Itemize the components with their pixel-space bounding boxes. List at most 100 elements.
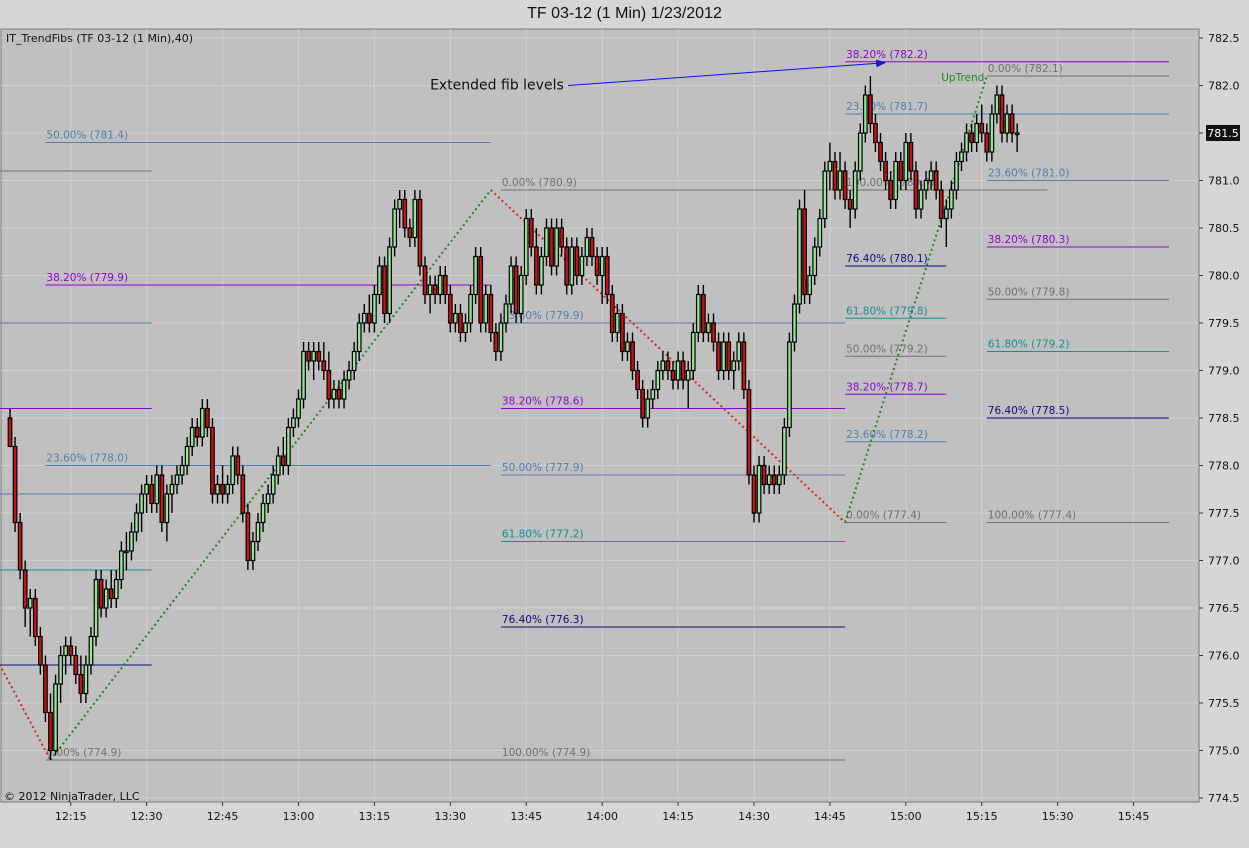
- time-axis[interactable]: 12:15 12:30 12:45 13:00 13:15 13:30 13:45 14:00…: [55, 802, 1150, 823]
- candle-up: [792, 303, 797, 343]
- candle-down: [235, 455, 241, 476]
- fib-level-label: 76.40% (778.5): [988, 405, 1070, 417]
- candle-up: [139, 493, 144, 514]
- candle-up: [837, 170, 843, 191]
- candle-up: [463, 322, 468, 334]
- x-tick-label: 14:00: [586, 810, 618, 823]
- candle-down: [847, 198, 853, 210]
- candle-up: [124, 550, 129, 554]
- candle-down: [73, 654, 79, 676]
- candle-up: [1004, 113, 1010, 134]
- candle-down: [48, 711, 53, 752]
- candle-up: [518, 274, 524, 315]
- candle-down: [488, 293, 494, 334]
- x-tick-label: 12:45: [207, 810, 239, 823]
- candle-down: [620, 312, 625, 353]
- candle-down: [382, 265, 387, 315]
- fib-level-label: 76.40% (776.3): [502, 614, 584, 626]
- candle-up: [503, 303, 509, 324]
- candle-up: [392, 208, 398, 248]
- candle-up: [225, 483, 231, 495]
- candle-down: [12, 445, 18, 524]
- candle-down: [938, 189, 944, 220]
- candle-up: [584, 236, 590, 258]
- candle-up: [655, 369, 661, 391]
- candle-up: [736, 341, 742, 362]
- fib-level-label: 38.20% (782.2): [846, 49, 928, 61]
- candle-up: [918, 189, 924, 210]
- fib-level-label: 23.60% (781.7): [846, 101, 928, 113]
- candle-down: [979, 122, 985, 134]
- candle-up: [356, 322, 362, 353]
- candle-down: [802, 208, 807, 296]
- candle-down: [533, 246, 539, 286]
- candle-up: [706, 322, 711, 334]
- price-axis[interactable]: 774.5 775.0 775.5 776.0 776.5 777.0 777.5 778.0…: [1199, 32, 1240, 805]
- candle-down: [883, 160, 888, 182]
- candle-up: [614, 312, 620, 334]
- candle-up: [184, 445, 190, 467]
- candle-up: [787, 341, 792, 429]
- y-tick-label: 775.5: [1208, 697, 1240, 710]
- candle-up: [169, 483, 175, 495]
- candle-up: [58, 654, 63, 685]
- candle-up: [437, 274, 443, 296]
- candle-down: [366, 312, 372, 324]
- x-tick-label: 12:15: [55, 810, 87, 823]
- y-tick-label: 778.0: [1208, 460, 1240, 473]
- fib-level-label: 61.80% (777.2): [502, 529, 584, 541]
- candle-down: [280, 455, 286, 467]
- candle-up: [523, 217, 529, 277]
- candle-down: [17, 521, 23, 571]
- candle-down: [771, 474, 777, 486]
- candle-down: [220, 483, 225, 495]
- candle-down: [240, 474, 246, 514]
- candle-up: [53, 683, 58, 752]
- fib-level-label: 0.00% (782.1): [988, 63, 1063, 75]
- candle-up: [230, 455, 236, 486]
- candle-up: [943, 208, 949, 220]
- x-tick-label: 15:45: [1118, 810, 1150, 823]
- candle-down: [493, 331, 499, 353]
- candle-down: [149, 483, 155, 505]
- x-tick-label: 13:45: [510, 810, 542, 823]
- candle-up: [134, 512, 139, 533]
- price-chart[interactable]: 50.00% (781.4) 38.20% (779.9) 23.60% (778.…: [0, 0, 1249, 848]
- candle-down: [888, 179, 894, 201]
- candle-up: [797, 208, 802, 305]
- x-tick-label: 13:15: [359, 810, 391, 823]
- candle-down: [665, 360, 671, 372]
- candle-down: [559, 227, 565, 248]
- candle-up: [954, 160, 959, 191]
- candle-up: [928, 170, 934, 182]
- candle-up: [817, 217, 823, 248]
- candle-up: [453, 312, 458, 324]
- candle-down: [417, 198, 423, 267]
- candle-down: [316, 350, 322, 362]
- candle-down: [878, 141, 883, 163]
- candle-up: [599, 255, 605, 277]
- x-tick-label: 14:15: [662, 810, 694, 823]
- candle-up: [827, 160, 833, 172]
- candle-up: [781, 426, 787, 476]
- candle-up: [498, 322, 504, 353]
- candle-up: [852, 170, 858, 210]
- candle-up: [989, 113, 995, 153]
- y-tick-label: 777.5: [1208, 507, 1240, 520]
- candle-down: [680, 360, 686, 381]
- candle-down: [640, 388, 646, 419]
- candle-up: [695, 293, 701, 334]
- candle-down: [159, 474, 165, 524]
- candle-up: [483, 293, 489, 324]
- x-tick-label: 15:15: [966, 810, 998, 823]
- fib-level-label: 100.00% (777.4): [988, 510, 1076, 522]
- candle-down: [711, 322, 716, 343]
- x-tick-label: 13:00: [283, 810, 315, 823]
- candle-up: [959, 151, 964, 163]
- candle-up: [776, 474, 782, 486]
- candle-up: [685, 369, 691, 381]
- x-tick-label: 14:30: [738, 810, 770, 823]
- fib-level-label: 38.20% (779.9): [46, 272, 128, 284]
- candle-up: [893, 160, 899, 201]
- candle-down: [98, 578, 104, 609]
